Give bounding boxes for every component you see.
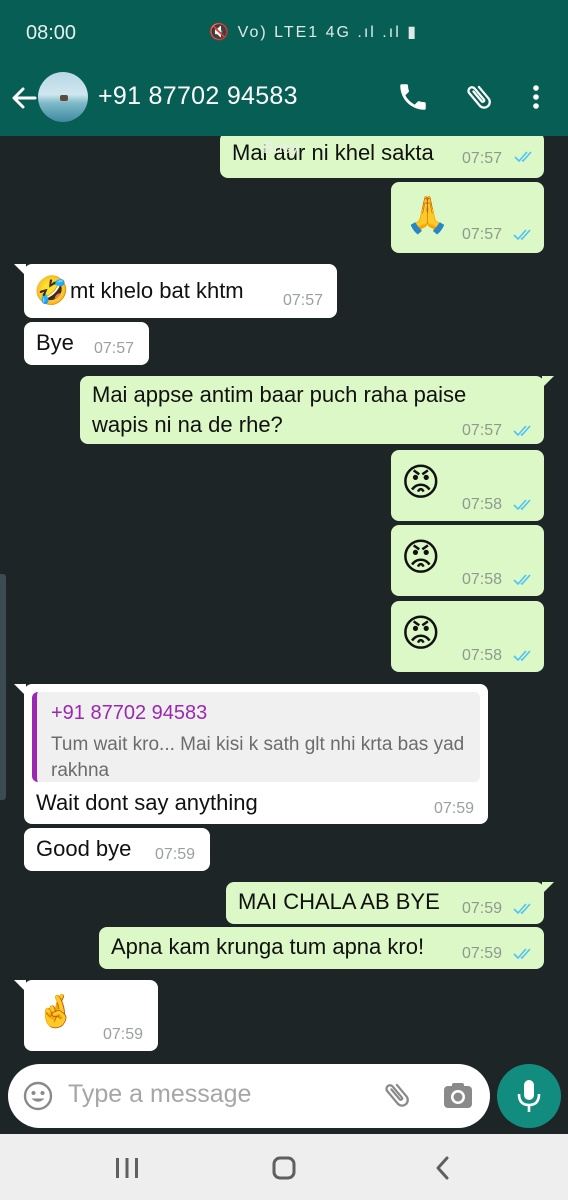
status-icons: 🔇 Vo) LTE1 4G .ıl .ıl ▮ <box>209 24 418 41</box>
message-outgoing[interactable]: Mai appse antim baar puch raha paise wap… <box>80 376 544 444</box>
message-outgoing[interactable]: 😡 07:58 <box>391 450 544 521</box>
angry-face-emoji: 😡 <box>401 537 441 579</box>
angry-face-emoji: 😡 <box>401 613 441 655</box>
message-incoming[interactable]: 🤣 mt khelo bat khtm 07:57 <box>24 264 337 318</box>
message-text: mt khelo bat khtm <box>70 278 244 303</box>
message-input-placeholder: Type a message <box>68 1080 252 1108</box>
status-time: 08:00 <box>26 22 77 44</box>
message-text: Good bye <box>36 836 132 861</box>
message-text: Bye <box>36 330 74 355</box>
message-incoming[interactable]: +91 87702 94583 Tum wait kro... Mai kisi… <box>24 684 488 824</box>
system-nav-bar <box>0 1134 568 1200</box>
recents-icon[interactable] <box>112 1154 142 1182</box>
message-time: 07:57 <box>462 226 503 243</box>
emoji-icon[interactable] <box>22 1080 54 1112</box>
message-time: 07:59 <box>462 900 503 917</box>
contact-name[interactable]: +91 87702 94583 <box>98 82 298 111</box>
message-time: 07:57 <box>94 340 135 357</box>
message-time: 07:59 <box>462 945 503 962</box>
folded-hands-emoji: 🙏 <box>405 194 450 235</box>
angry-face-emoji: 😡 <box>401 462 441 504</box>
message-outgoing[interactable]: MAI CHALA AB BYE 07:59 <box>226 882 544 924</box>
message-text: MAI CHALA AB BYE <box>238 889 440 914</box>
crossed-fingers-emoji: 🤞 <box>36 993 76 1029</box>
more-vertical-icon[interactable] <box>524 80 548 114</box>
double-check-icon <box>514 151 532 163</box>
composer: Type a message <box>0 1064 568 1134</box>
double-check-icon <box>513 499 531 511</box>
message-time: 07:59 <box>434 800 475 817</box>
message-time: 07:59 <box>103 1026 144 1043</box>
attachment-icon[interactable] <box>462 80 496 114</box>
message-outgoing[interactable]: 🙏 07:57 <box>391 182 544 253</box>
quoted-sender: +91 87702 94583 <box>51 702 208 724</box>
camera-icon[interactable] <box>440 1078 476 1114</box>
message-text: Apna kam krunga tum apna kro! <box>111 934 425 959</box>
double-check-icon <box>513 650 531 662</box>
message-text: Mai appse antim baar puch raha paise <box>92 382 467 407</box>
message-incoming[interactable]: Bye 07:57 <box>24 322 149 365</box>
back-arrow-icon[interactable] <box>10 82 38 114</box>
message-time: 07:58 <box>462 647 503 664</box>
double-check-icon <box>513 229 531 241</box>
message-time: 07:57 <box>283 292 324 309</box>
status-bar: 08:00 🔇 Vo) LTE1 4G .ıl .ıl ▮ <box>0 0 568 60</box>
message-input[interactable]: Type a message <box>8 1064 490 1128</box>
laughing-emoji: 🤣 <box>34 275 69 306</box>
message-time: 07:58 <box>462 571 503 588</box>
message-time: 07:59 <box>155 846 196 863</box>
quoted-text: Tum wait kro... Mai kisi k sath glt nhi … <box>51 734 465 781</box>
double-check-icon <box>513 425 531 437</box>
nav-back-icon[interactable] <box>428 1154 458 1182</box>
message-incoming[interactable]: Good bye 07:59 <box>24 828 210 871</box>
chat-header: +91 87702 94583 <box>0 60 568 136</box>
microphone-icon <box>517 1080 541 1112</box>
phone-icon[interactable] <box>396 80 430 114</box>
message-time: 07:57 <box>462 422 503 439</box>
message-text: wapis ni na de rhe? <box>92 412 283 437</box>
double-check-icon <box>513 948 531 960</box>
attachment-icon[interactable] <box>380 1078 414 1112</box>
busy-banner: Busy <box>263 140 299 157</box>
message-outgoing[interactable]: Apna kam krunga tum apna kro! 07:59 <box>99 927 544 969</box>
edge-panel-handle[interactable] <box>0 574 6 800</box>
message-outgoing[interactable]: 😡 07:58 <box>391 525 544 596</box>
avatar[interactable] <box>38 72 88 122</box>
message-time: 07:57 <box>462 150 503 167</box>
message-incoming[interactable]: 🤞 07:59 <box>24 980 158 1051</box>
message-outgoing[interactable]: 😡 07:58 <box>391 601 544 672</box>
chat-area[interactable]: Busy Mai aur ni khel sakta 07:57 🙏 07:57… <box>0 136 568 1064</box>
double-check-icon <box>513 574 531 586</box>
message-time: 07:58 <box>462 496 503 513</box>
voice-record-button[interactable] <box>497 1064 561 1128</box>
message-text: Wait dont say anything <box>36 790 258 815</box>
double-check-icon <box>513 903 531 915</box>
quoted-message[interactable]: +91 87702 94583 Tum wait kro... Mai kisi… <box>32 692 480 782</box>
home-icon[interactable] <box>269 1154 299 1182</box>
